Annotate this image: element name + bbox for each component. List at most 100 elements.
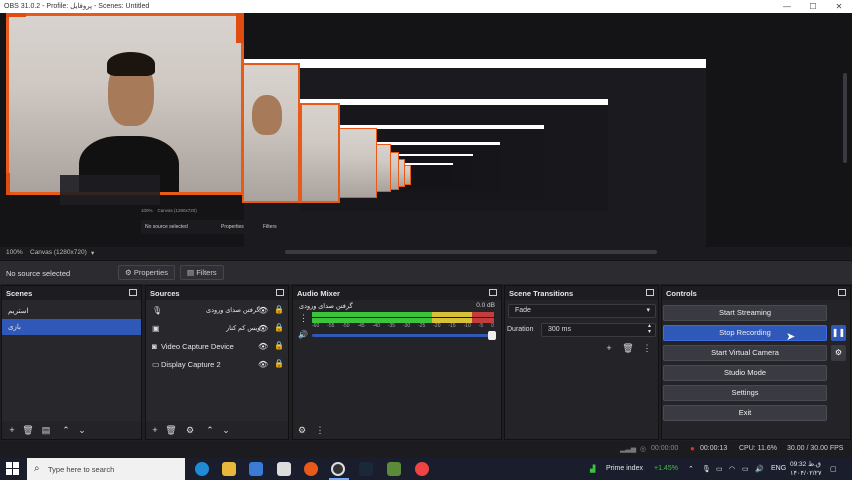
- source-row[interactable]: 🎙 گرفتن صدای ورودی 👁 🔒: [146, 302, 288, 320]
- chevron-down-icon[interactable]: ▾: [91, 249, 94, 257]
- source-row[interactable]: ▣ ویس کم کنار 👁 🔒: [146, 320, 288, 338]
- undock-icon[interactable]: [489, 289, 497, 296]
- audio-mixer-header: Audio Mixer: [293, 286, 501, 300]
- more-options-icon[interactable]: ⋮: [641, 342, 653, 354]
- steam-icon[interactable]: [359, 462, 373, 476]
- eye-icon[interactable]: 👁: [258, 342, 268, 351]
- camera-icon: ◙: [152, 342, 157, 351]
- mic-icon: 🎙: [152, 306, 163, 315]
- filters-button[interactable]: ▤ Filters: [180, 265, 224, 280]
- network-icon[interactable]: ▭: [716, 465, 723, 473]
- advanced-audio-icon[interactable]: ⚙: [296, 424, 308, 436]
- trash-icon[interactable]: 🗑: [165, 424, 177, 436]
- virtual-camera-settings-button[interactable]: ⚙: [831, 345, 846, 361]
- start-virtual-camera-button[interactable]: Start Virtual Camera: [663, 345, 827, 361]
- source-row[interactable]: ◙ Video Capture Device 👁 🔒: [146, 338, 288, 356]
- transition-select[interactable]: Fade ▾: [508, 304, 656, 318]
- clock-time[interactable]: 09:32 ق.ظ: [790, 460, 821, 468]
- minimize-button[interactable]: —: [774, 0, 800, 13]
- mouse-cursor-icon: ➤: [786, 331, 796, 343]
- canvas-size[interactable]: Canvas (1280x720): [30, 249, 87, 256]
- webcam-source[interactable]: [6, 13, 244, 195]
- spin-arrows-icon[interactable]: ▴ ▾: [648, 323, 651, 335]
- undock-icon[interactable]: [838, 289, 846, 296]
- add-icon[interactable]: +: [6, 424, 18, 436]
- move-down-icon[interactable]: ⌄: [220, 424, 232, 436]
- lock-icon[interactable]: 🔒: [274, 305, 284, 314]
- volume-icon[interactable]: 🔊: [755, 465, 764, 473]
- transitions-body: Fade ▾ Duration 300 ms ▴ ▾ + 🗑 ⋮: [505, 300, 658, 421]
- eye-icon[interactable]: 👁: [258, 360, 268, 369]
- add-icon[interactable]: +: [603, 342, 615, 354]
- scene-item[interactable]: استریم: [2, 303, 141, 319]
- stop-recording-button[interactable]: Stop Recording: [663, 325, 827, 341]
- minecraft-icon[interactable]: [387, 462, 401, 476]
- chrome-icon[interactable]: [415, 462, 429, 476]
- wifi-icon[interactable]: ◠: [729, 465, 735, 473]
- lock-icon[interactable]: 🔒: [274, 359, 284, 368]
- undock-icon[interactable]: [276, 289, 284, 296]
- source-row[interactable]: ▭ Display Capture 2 👁 🔒: [146, 356, 288, 374]
- more-options-icon[interactable]: ⋮: [314, 424, 326, 436]
- duration-input[interactable]: 300 ms ▴ ▾: [541, 323, 656, 337]
- battery-icon[interactable]: ▭: [742, 465, 749, 473]
- notifications-icon[interactable]: ▢: [830, 465, 837, 473]
- trash-icon[interactable]: 🗑: [22, 424, 34, 436]
- undock-icon[interactable]: [646, 289, 654, 296]
- mail-icon[interactable]: [277, 462, 291, 476]
- nested-camera-2: [300, 103, 340, 203]
- firefox-icon[interactable]: [304, 462, 318, 476]
- window-title: OBS 31.0.2 - Profile: پروفایل - Scenes: …: [4, 3, 150, 10]
- file-explorer-icon[interactable]: [222, 462, 236, 476]
- zoom-level[interactable]: 100%: [6, 249, 23, 256]
- fps-readout: 30.00 / 30.00 FPS: [787, 445, 844, 452]
- lock-icon[interactable]: 🔒: [274, 341, 284, 350]
- undock-icon[interactable]: [129, 289, 137, 296]
- taskbar-search[interactable]: ⌕ Type here to search: [27, 458, 185, 480]
- speaker-icon[interactable]: 🔊: [298, 330, 308, 339]
- scenes-dock: Scenes استریم بازی + 🗑 ▤ ⌃ ⌄: [1, 285, 142, 440]
- close-button[interactable]: ✕: [826, 0, 852, 13]
- studio-mode-button[interactable]: Studio Mode: [663, 365, 827, 381]
- preview-canvas[interactable]: No source selected Properties Filters 10…: [0, 13, 852, 247]
- store-icon[interactable]: [249, 462, 263, 476]
- frame-corner-accent: [236, 13, 244, 43]
- move-up-icon[interactable]: ⌃: [60, 424, 72, 436]
- move-up-icon[interactable]: ⌃: [204, 424, 216, 436]
- lock-icon[interactable]: 🔒: [274, 323, 284, 332]
- mic-icon[interactable]: 🎙: [702, 465, 711, 473]
- settings-button[interactable]: Settings: [663, 385, 827, 401]
- more-options-icon[interactable]: ⋮: [299, 313, 308, 324]
- preview-vertical-scrollbar[interactable]: [843, 73, 847, 163]
- properties-label: Properties: [133, 268, 169, 277]
- duration-label: Duration: [507, 326, 534, 333]
- eye-icon[interactable]: 👁: [258, 306, 268, 315]
- audio-mixer-body: گرفتن صدای ورودی 0.0 dB ⋮ -60 -55 -50 -45 -4…: [293, 300, 501, 421]
- obs-icon[interactable]: [331, 462, 345, 476]
- scene-item-selected[interactable]: بازی: [2, 319, 141, 335]
- properties-button[interactable]: ⚙ Properties: [118, 265, 176, 280]
- move-down-icon[interactable]: ⌄: [76, 424, 88, 436]
- pause-recording-button[interactable]: ❚❚: [831, 325, 846, 341]
- trash-icon[interactable]: 🗑: [622, 342, 634, 354]
- maximize-button[interactable]: ☐: [800, 0, 826, 13]
- volume-slider[interactable]: [312, 331, 496, 340]
- chevron-up-icon[interactable]: ⌃: [688, 465, 694, 473]
- transition-value: Fade: [515, 307, 531, 314]
- preview-horizontal-scrollbar[interactable]: [285, 250, 657, 254]
- start-streaming-button[interactable]: Start Streaming: [663, 305, 827, 321]
- stream-time: 00:00:00: [651, 445, 679, 452]
- stock-name[interactable]: Prime index: [606, 465, 643, 472]
- windows-start-button[interactable]: [6, 462, 20, 476]
- exit-button[interactable]: Exit: [663, 405, 827, 421]
- gear-icon[interactable]: ⚙: [184, 424, 196, 436]
- volume-slider-handle[interactable]: [488, 331, 496, 340]
- clock-date[interactable]: ۱۴۰۴/۰۲/۲۷: [790, 469, 822, 477]
- add-icon[interactable]: +: [149, 424, 161, 436]
- controls-title: Controls: [666, 289, 697, 298]
- edge-icon[interactable]: [195, 462, 209, 476]
- filter-icon[interactable]: ▤: [40, 424, 52, 436]
- language-indicator[interactable]: ENG: [771, 465, 786, 472]
- eye-icon[interactable]: 👁: [258, 324, 268, 333]
- context-bar: No source selected ⚙ Properties ▤ Filter…: [0, 260, 852, 284]
